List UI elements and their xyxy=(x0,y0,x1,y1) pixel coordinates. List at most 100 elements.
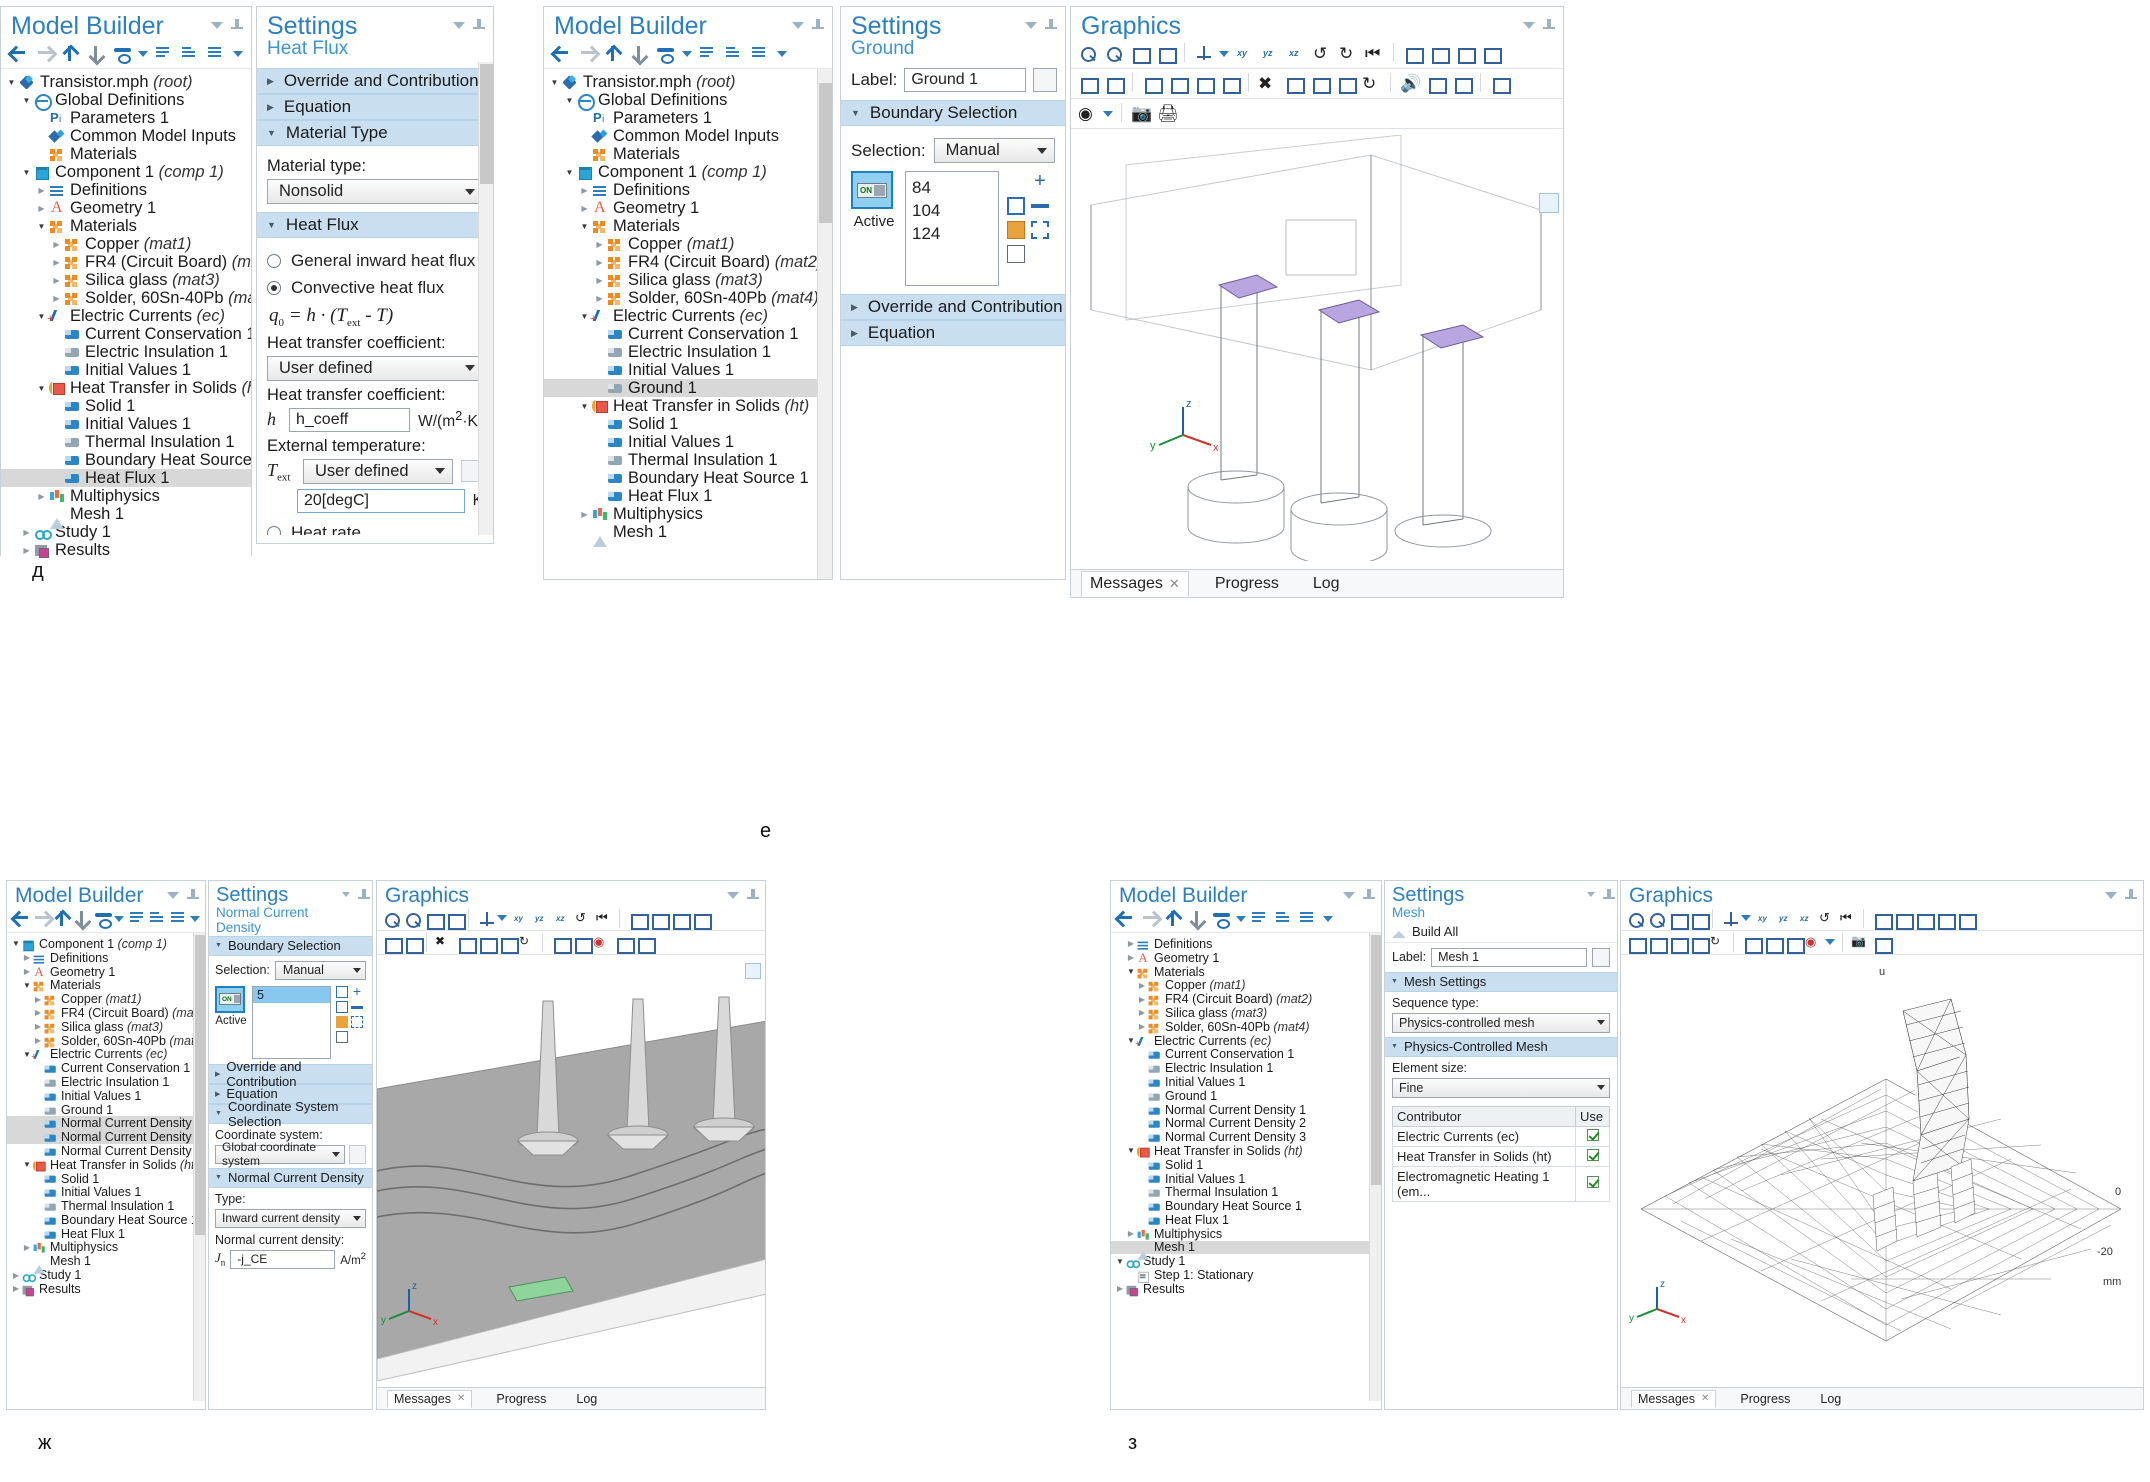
rotate-left-icon[interactable]: ↺ xyxy=(1312,43,1333,64)
copy-image-icon[interactable] xyxy=(1871,909,1893,931)
expand-triangle-closed-icon[interactable] xyxy=(593,239,606,250)
expand-triangle-open-icon[interactable] xyxy=(35,221,48,232)
list-item[interactable]: 84 xyxy=(912,176,992,199)
tree-item-electric-insulation-1[interactable]: Electric Insulation 1 xyxy=(1111,1061,1381,1075)
material-type-select[interactable]: Nonsolid xyxy=(267,179,483,205)
element-size-select[interactable]: Fine xyxy=(1392,1077,1610,1098)
print-icon[interactable] xyxy=(1892,909,1914,931)
hide-selection-icon[interactable] xyxy=(1489,73,1511,95)
tree-item-electric-insulation-1[interactable]: Electric Insulation 1 xyxy=(544,343,832,361)
tree-item-silica-glass[interactable]: Silica glass (mat3) xyxy=(1111,1006,1381,1020)
tree-item-component-1[interactable]: Component 1 (comp 1) xyxy=(544,163,832,181)
tree-item-electric-currents[interactable]: Electric Currents (ec) xyxy=(544,307,832,325)
tree-item-global-definitions[interactable]: Global Definitions xyxy=(544,91,832,111)
expand-triangle-closed-icon[interactable] xyxy=(50,239,63,250)
select-domain-icon[interactable] xyxy=(1335,73,1357,95)
move-down-icon[interactable] xyxy=(87,44,106,63)
expand-triangle-closed-icon[interactable] xyxy=(1137,1021,1147,1032)
go-to-default-view-icon[interactable] xyxy=(476,909,494,927)
selection-mode-select[interactable]: Manual xyxy=(933,138,1055,164)
tree-item-current-conservation-1[interactable]: Current Conservation 1 xyxy=(1111,1047,1381,1061)
tree-item-fr4-circuit-board[interactable]: FR4 (Circuit Board) (mat2) xyxy=(544,253,832,271)
coord-system-edit-icon[interactable] xyxy=(349,1144,366,1164)
tree-item-current-conservation-1[interactable]: Current Conservation 1 xyxy=(7,1061,205,1075)
measure-icon[interactable] xyxy=(1193,73,1215,95)
tree-item-electric-insulation-1[interactable]: Electric Insulation 1 xyxy=(1,343,251,361)
select-all-icon[interactable] xyxy=(1646,933,1668,955)
list-icon[interactable] xyxy=(170,909,185,928)
tree-item-solid-1[interactable]: Solid 1 xyxy=(544,415,832,433)
h-coeff-input[interactable]: h_coeff xyxy=(289,407,411,432)
scene-light-icon[interactable] xyxy=(1913,909,1935,931)
select-boundary-icon[interactable] xyxy=(1309,73,1331,95)
tree-item-study-1[interactable]: Study 1 xyxy=(1,523,251,541)
expand-triangle-open-icon[interactable] xyxy=(1126,1145,1136,1156)
expand-triangle-open-icon[interactable] xyxy=(1126,966,1136,977)
expand-triangle-closed-icon[interactable] xyxy=(593,293,606,304)
tree-item-normal-current-density-3[interactable]: Normal Current Density 3 xyxy=(7,1144,205,1158)
tree-item-heat-transfer-in-solids[interactable]: Heat Transfer in Solids (ht) xyxy=(1,379,251,397)
collapse-all-icon[interactable] xyxy=(129,909,144,928)
tree-item-electric-currents[interactable]: Electric Currents (ec) xyxy=(7,1047,205,1062)
tree-item-thermal-insulation-1[interactable]: Thermal Insulation 1 xyxy=(1111,1185,1381,1199)
expand-triangle-closed-icon[interactable] xyxy=(33,1007,43,1018)
jn-input[interactable]: -j_CE xyxy=(230,1249,336,1269)
pin-icon[interactable] xyxy=(473,19,485,32)
tree-item-results[interactable]: Results xyxy=(1111,1282,1381,1297)
contributor-table[interactable]: Contributor Use Electric Currents (ec) He… xyxy=(1392,1105,1610,1202)
show-dropdown-icon[interactable] xyxy=(138,50,149,57)
expand-all-icon[interactable] xyxy=(149,909,164,928)
tree-item-normal-current-density-1[interactable]: Normal Current Density 1 xyxy=(7,1116,205,1130)
tree-item-heat-flux-1[interactable]: Heat Flux 1 xyxy=(1111,1213,1381,1227)
chevron-down-icon[interactable] xyxy=(1343,892,1355,899)
tree-item-parameters-1[interactable]: Parameters 1 xyxy=(544,109,832,127)
tree-item-electric-currents[interactable]: Electric Currents (ec) xyxy=(1111,1034,1381,1049)
tree-item-solder-60sn-40pb[interactable]: Solder, 60Sn-40Pb (mat4) xyxy=(7,1034,205,1048)
yz-view-icon[interactable]: yz xyxy=(1260,43,1281,64)
first-frame-icon[interactable]: ⏮ xyxy=(1839,909,1856,926)
list-icon[interactable] xyxy=(751,44,770,63)
list-icon[interactable] xyxy=(1299,909,1318,928)
copy-image-icon[interactable] xyxy=(627,909,649,931)
graphics-viewport-e[interactable]: z y x xyxy=(1071,135,1563,561)
expand-triangle-closed-icon[interactable] xyxy=(1126,1228,1136,1239)
table-row[interactable]: Electric Currents (ec) xyxy=(1392,1125,1610,1147)
tree-scrollbar[interactable] xyxy=(817,69,832,580)
tree-item-boundary-heat-source-1[interactable]: Boundary Heat Source 1 xyxy=(544,469,832,487)
palette-dropdown-icon[interactable] xyxy=(1103,111,1113,118)
tree-item-heat-flux-1[interactable]: Heat Flux 1 xyxy=(7,1227,205,1241)
select-point-icon[interactable]: ✖ xyxy=(1257,73,1278,94)
move-down-icon[interactable] xyxy=(73,909,88,928)
tree-item-silica-glass[interactable]: Silica glass (mat3) xyxy=(7,1020,205,1034)
expand-triangle-closed-icon[interactable] xyxy=(1126,938,1136,949)
expand-triangle-open-icon[interactable] xyxy=(5,77,18,88)
graphics-toolbar-z-row2[interactable]: ↻ ◉ 📷 xyxy=(1621,931,2143,956)
move-up-icon[interactable] xyxy=(53,909,68,928)
tree-item-mesh-1[interactable]: Mesh 1 xyxy=(7,1254,205,1275)
tree-item-ground-1[interactable]: Ground 1 xyxy=(1111,1089,1381,1103)
wireframe-icon[interactable] xyxy=(1077,73,1099,95)
zoom-out-icon[interactable] xyxy=(1646,909,1665,929)
tree-item-component-1[interactable]: Component 1 (comp 1) xyxy=(1,163,251,181)
tree-item-mesh-1[interactable]: Mesh 1 xyxy=(1111,1240,1381,1261)
tree-item-step-1-stationary[interactable]: Step 1: Stationary xyxy=(1111,1268,1381,1284)
mesh-statistics-icon[interactable] xyxy=(1741,933,1763,955)
table-row[interactable]: Electromagnetic Heating 1 (em... xyxy=(1392,1165,1610,1202)
add-to-selection-icon[interactable]: + xyxy=(351,984,363,998)
model-tree-zh[interactable]: Component 1 (comp 1)DefinitionsGeometry … xyxy=(7,933,205,1402)
tree-item-solid-1[interactable]: Solid 1 xyxy=(7,1172,205,1186)
reset-icon[interactable]: ↻ xyxy=(1361,73,1382,94)
checkbox-checked-icon[interactable] xyxy=(1586,1176,1599,1189)
back-icon[interactable] xyxy=(9,44,28,63)
move-down-icon[interactable] xyxy=(630,44,649,63)
active-toggle-button[interactable]: ON xyxy=(851,171,893,210)
tree-item-study-1[interactable]: Study 1 xyxy=(1111,1254,1381,1269)
forward-icon[interactable] xyxy=(578,44,597,63)
pin-icon[interactable] xyxy=(187,889,199,902)
tree-item-parameters-1[interactable]: Parameters 1 xyxy=(1,109,251,127)
graphics-settings-icon[interactable] xyxy=(745,963,761,979)
sequence-type-select[interactable]: Physics-controlled mesh xyxy=(1392,1012,1610,1033)
paste-selection-icon[interactable] xyxy=(1007,221,1025,240)
tree-item-multiphysics[interactable]: Multiphysics xyxy=(1111,1227,1381,1241)
tree-item-materials[interactable]: Materials xyxy=(544,145,832,163)
